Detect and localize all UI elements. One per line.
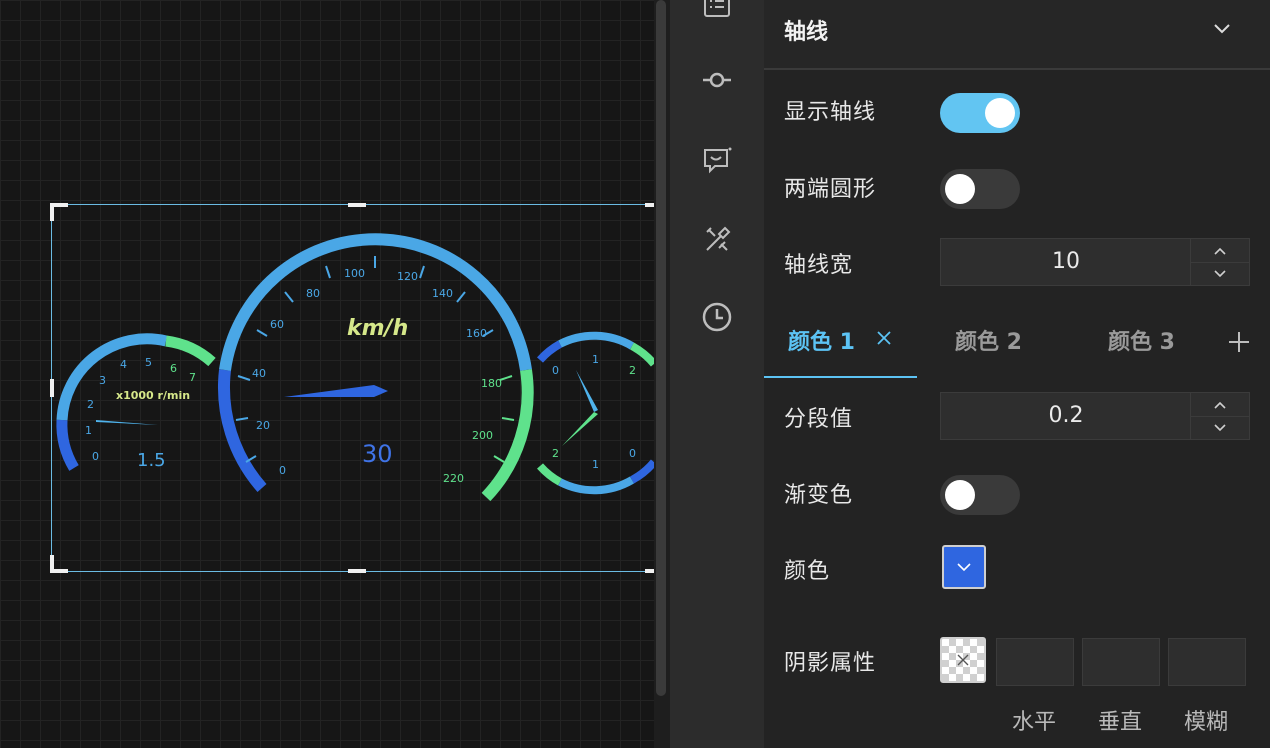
shadow-vertical-input[interactable] (1082, 638, 1160, 686)
chevron-down-icon[interactable] (1212, 18, 1232, 42)
axis-width-stepper[interactable]: 10 (940, 238, 1250, 286)
color-tabs: 颜色 1 颜色 2 颜色 3 (764, 312, 1270, 378)
section-title: 轴线 (784, 20, 829, 45)
round-ends-toggle[interactable] (940, 169, 1020, 209)
segment-value[interactable]: 0.2 (941, 393, 1191, 439)
list-icon[interactable] (700, 0, 734, 22)
segment-stepper[interactable]: 0.2 (940, 392, 1250, 440)
resize-handle-bottom-left[interactable] (50, 555, 68, 573)
resize-handle-bottom[interactable] (347, 569, 366, 573)
show-axis-label: 显示轴线 (784, 100, 877, 125)
shadow-horizontal-input[interactable] (996, 638, 1074, 686)
commit-icon[interactable] (700, 63, 734, 97)
round-ends-label: 两端圆形 (784, 177, 877, 202)
chevron-down-icon (957, 563, 971, 572)
segment-label: 分段值 (784, 407, 854, 432)
close-tab-icon[interactable] (876, 330, 892, 350)
shadow-label: 阴影属性 (784, 651, 877, 676)
stepper-up-icon[interactable] (1191, 393, 1249, 417)
chat-bubble-icon[interactable] (700, 143, 734, 177)
toggle-knob (985, 98, 1015, 128)
resize-handle-top[interactable] (347, 203, 366, 207)
shadow-vertical-caption: 垂直 (1098, 710, 1143, 735)
shadow-blur-input[interactable] (1168, 638, 1246, 686)
stepper-down-icon[interactable] (1191, 416, 1249, 439)
shadow-color-swatch[interactable] (940, 637, 986, 683)
axis-width-label: 轴线宽 (784, 253, 854, 278)
resize-handle-top-left[interactable] (50, 203, 68, 221)
toggle-knob (945, 174, 975, 204)
active-tab-indicator (764, 376, 917, 378)
axis-width-value[interactable]: 10 (941, 239, 1191, 285)
section-header[interactable]: 轴线 (764, 0, 1270, 70)
design-canvas[interactable]: x1000 r/min 1.5 km/h 30 0 1 2 3 4 5 6 7 … (0, 0, 663, 748)
stepper-arrows (1190, 393, 1249, 439)
color-label: 颜色 (784, 559, 831, 584)
tab-color-2[interactable]: 颜色 2 (955, 324, 1022, 356)
gradient-toggle[interactable] (940, 475, 1020, 515)
selection-frame[interactable] (50, 203, 663, 573)
stepper-arrows (1190, 239, 1249, 285)
stepper-up-icon[interactable] (1191, 239, 1249, 263)
shadow-blur-caption: 模糊 (1184, 710, 1229, 735)
shadow-horizontal-caption: 水平 (1012, 710, 1057, 735)
resize-handle-left[interactable] (50, 379, 54, 397)
icon-rail (670, 0, 764, 748)
show-axis-toggle[interactable] (940, 93, 1020, 133)
clock-icon[interactable] (700, 300, 734, 334)
toggle-knob (945, 480, 975, 510)
tab-color-3[interactable]: 颜色 3 (1108, 324, 1175, 356)
color-picker-button[interactable] (942, 545, 986, 589)
stepper-down-icon[interactable] (1191, 262, 1249, 285)
scrollbar-thumb[interactable] (656, 0, 666, 696)
tab-color-1[interactable]: 颜色 1 (788, 324, 855, 356)
gradient-label: 渐变色 (784, 483, 854, 508)
tools-icon[interactable] (700, 223, 734, 257)
settings-panel: 轴线 显示轴线 两端圆形 轴线宽 10 颜色 1 颜色 2 颜色 3 分段值 0… (764, 0, 1270, 748)
add-tab-icon[interactable] (1228, 331, 1250, 357)
canvas-scrollbar[interactable] (654, 0, 670, 748)
